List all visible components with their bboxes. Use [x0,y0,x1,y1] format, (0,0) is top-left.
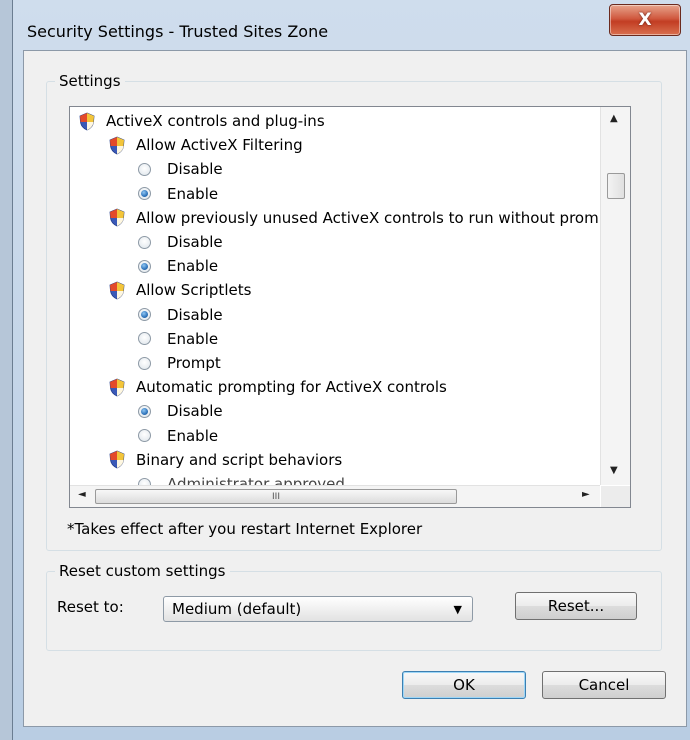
scrollbar-corner [601,486,630,507]
row-label: Binary and script behaviors [136,450,343,469]
vertical-scroll-thumb[interactable] [607,173,625,199]
reset-group: Reset custom settings Reset to: Medium (… [46,562,662,651]
row-label: Enable [167,184,219,203]
radio-selected-icon[interactable] [138,187,151,201]
scroll-right-icon[interactable]: ► [582,489,590,500]
security-shield-icon [108,450,126,469]
scroll-down-icon[interactable]: ▼ [610,465,618,476]
row-label: Enable [167,426,219,445]
row-label: Disable [167,233,223,251]
row-label: Allow Scriptlets [136,281,252,300]
row-label: Disable [167,305,223,324]
restart-note: *Takes effect after you restart Internet… [67,520,423,538]
settings-item: Allow Scriptlets [108,278,251,302]
row-label: Disable [167,160,223,179]
row-label: Enable [167,329,219,348]
window-title: Security Settings - Trusted Sites Zone [27,22,329,41]
horizontal-scrollbar[interactable]: ◄ III ► [70,485,600,507]
settings-list: ActiveX controls and plug-ins Allow Activ… [70,107,600,485]
radio-option[interactable]: Disable [138,399,223,423]
scroll-up-icon[interactable]: ▲ [610,113,618,124]
row-label: Allow previously unused ActiveX controls… [136,208,599,227]
scroll-left-icon[interactable]: ◄ [78,489,86,500]
reset-to-label: Reset to: [57,598,124,616]
row-label: Allow ActiveX Filtering [136,136,303,155]
settings-category: ActiveX controls and plug-ins [78,109,325,133]
radio-option[interactable]: Disable [138,230,223,254]
security-shield-icon [108,378,126,397]
radio-option[interactable]: Enable [138,327,218,351]
reset-level-select[interactable]: Medium (default) ▼ [163,596,473,622]
radio-unselected-icon[interactable] [138,235,151,249]
security-shield-icon [78,112,96,131]
vertical-scrollbar[interactable]: ▲ ▼ [600,107,630,485]
radio-option[interactable]: Enable [138,254,218,278]
horizontal-scroll-thumb[interactable]: III [95,489,457,504]
radio-selected-icon[interactable] [138,308,151,322]
settings-group: Settings ActiveX controls and plug-ins Al… [46,72,662,551]
settings-item: Binary and script behaviors [108,448,342,472]
title-bar: Security Settings - Trusted Sites Zone X [13,0,690,50]
dropdown-arrow-icon: ▼ [453,603,462,616]
radio-unselected-icon[interactable] [138,429,151,443]
radio-option[interactable]: Prompt [138,351,221,375]
window-frame: Security Settings - Trusted Sites Zone X… [12,0,690,740]
row-label: ActiveX controls and plug-ins [106,112,325,130]
radio-unselected-icon[interactable] [138,162,151,176]
row-label: Disable [167,402,223,421]
settings-item: Allow ActiveX Filtering [108,133,303,157]
cancel-button[interactable]: Cancel [542,671,666,699]
security-shield-icon [108,208,126,227]
security-shield-icon [108,281,126,300]
dialog-body: Settings ActiveX controls and plug-ins Al… [23,50,687,727]
row-label: Administrator approved [167,475,345,485]
reset-button[interactable]: Reset... [515,592,637,620]
radio-option[interactable]: Enable [138,182,218,206]
reset-level-value: Medium (default) [172,600,302,618]
radio-unselected-icon[interactable] [138,477,151,485]
radio-selected-icon[interactable] [138,259,151,273]
settings-item: Automatic prompting for ActiveX controls [108,375,447,399]
reset-group-label: Reset custom settings [55,562,230,580]
settings-item: Allow previously unused ActiveX controls… [108,206,599,230]
security-shield-icon [108,136,126,155]
radio-option[interactable]: Enable [138,424,218,448]
radio-option[interactable]: Disable [138,157,223,181]
settings-listbox[interactable]: ActiveX controls and plug-ins Allow Activ… [69,106,631,508]
radio-unselected-icon[interactable] [138,332,151,346]
ok-button[interactable]: OK [402,671,526,699]
close-icon: X [638,10,652,30]
radio-selected-icon[interactable] [138,404,151,418]
close-button[interactable]: X [609,4,681,36]
row-label: Enable [167,257,219,276]
radio-option[interactable]: Administrator approved [138,472,345,485]
radio-unselected-icon[interactable] [138,356,151,370]
settings-group-label: Settings [55,72,125,90]
row-label: Prompt [167,354,221,372]
row-label: Automatic prompting for ActiveX controls [136,378,447,397]
radio-option[interactable]: Disable [138,303,223,327]
